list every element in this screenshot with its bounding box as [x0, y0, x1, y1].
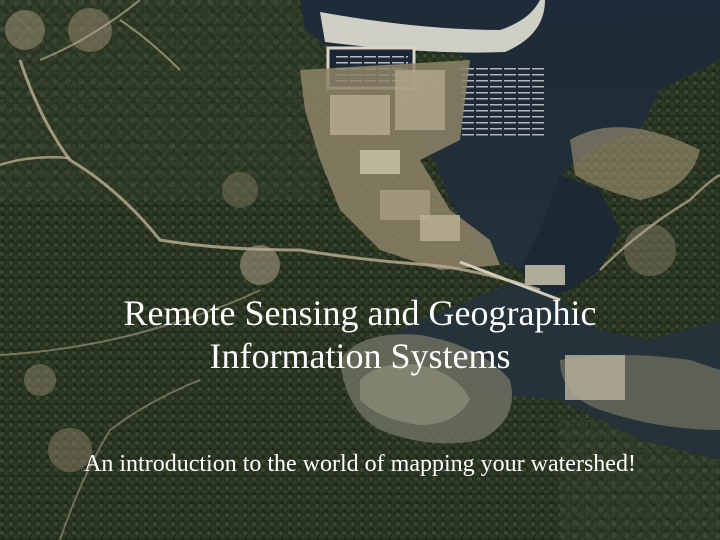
slide-title: Remote Sensing and Geographic Informatio…	[123, 293, 597, 376]
slide: Remote Sensing and Geographic Informatio…	[0, 0, 720, 540]
slide-subtitle: An introduction to the world of mapping …	[84, 451, 636, 477]
